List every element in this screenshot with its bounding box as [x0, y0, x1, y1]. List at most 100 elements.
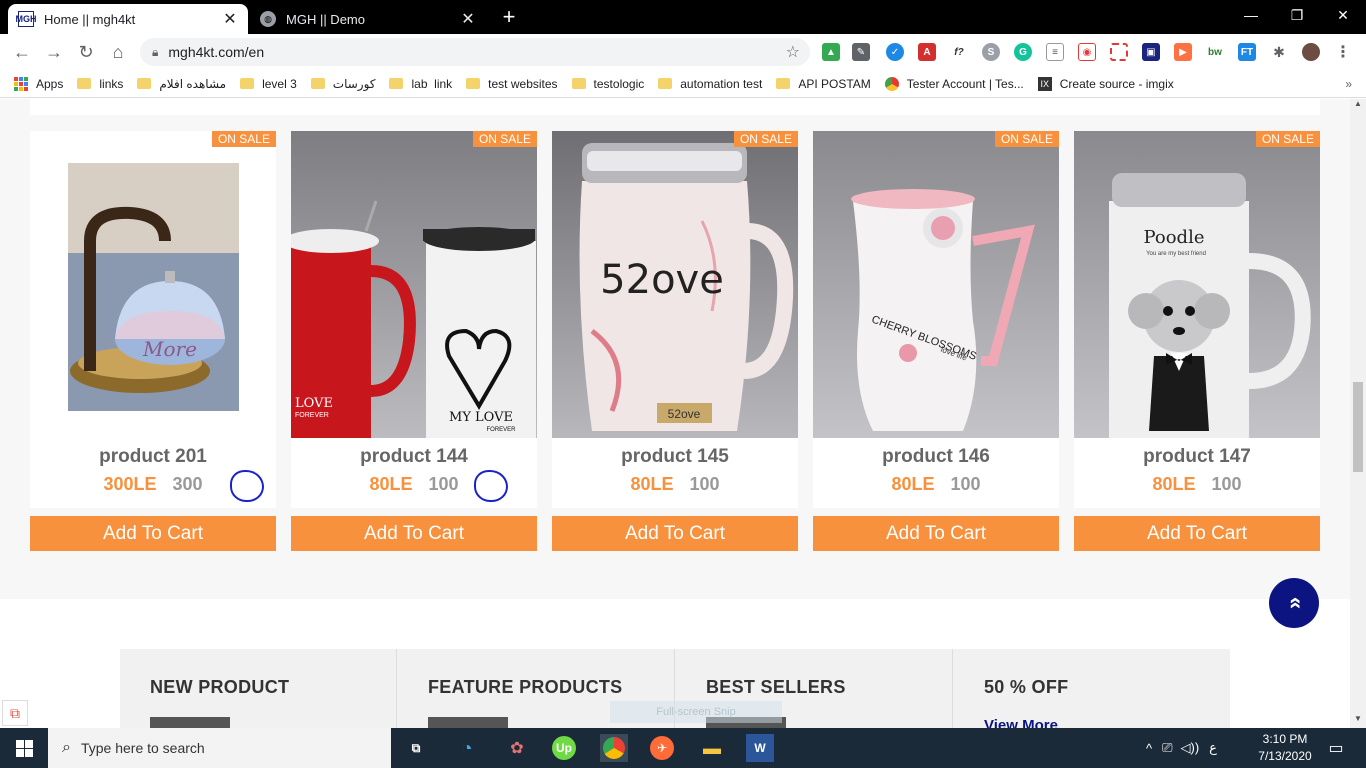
product-card[interactable]: 52ove 52ove ON SALE product 145 80LE 100 …: [552, 131, 798, 551]
upwork-icon[interactable]: Up: [552, 736, 576, 760]
notes-icon[interactable]: ≡: [1046, 43, 1064, 61]
add-to-cart-button[interactable]: Add To Cart: [291, 516, 537, 551]
forward-icon[interactable]: →: [42, 40, 66, 64]
add-to-cart-button[interactable]: Add To Cart: [30, 516, 276, 551]
avatar[interactable]: [1302, 43, 1320, 61]
bookmarks-overflow-icon[interactable]: »: [1345, 77, 1352, 91]
close-tab-icon[interactable]: ✕: [222, 9, 238, 29]
pdf-icon[interactable]: A: [918, 43, 936, 61]
screenshot-icon[interactable]: ◉: [1078, 43, 1096, 61]
bookmark-level3[interactable]: level 3: [240, 77, 297, 91]
view-more-link[interactable]: View More: [984, 717, 1058, 728]
taskbar-clock[interactable]: 3:10 PM 7/13/2020: [1250, 731, 1320, 765]
product-name[interactable]: product 144: [291, 446, 537, 468]
bookmark-links[interactable]: links: [77, 77, 123, 91]
drive-icon[interactable]: ▲: [822, 43, 840, 61]
bookmark-films[interactable]: مشاهده افلام: [137, 77, 226, 91]
edge-icon[interactable]: ◔: [453, 734, 481, 762]
product-name[interactable]: product 201: [30, 446, 276, 468]
bookmark-testologic[interactable]: testologic: [571, 77, 644, 91]
product-card[interactable]: Poodle You are my best friend ON SALE pr…: [1074, 131, 1320, 551]
task-view-icon[interactable]: ⧉: [402, 734, 430, 762]
page-scrollbar[interactable]: ▲ ▼: [1350, 99, 1366, 728]
scroll-down-arrow-icon[interactable]: ▼: [1350, 714, 1366, 728]
ime-indicator[interactable]: ع: [1209, 740, 1217, 756]
tray-chevron-icon[interactable]: ^: [1146, 741, 1152, 756]
product-card[interactable]: LOVE FOREVER MY LOVE FOREVER ON SALE pro…: [291, 131, 537, 551]
file-explorer-icon[interactable]: ▬: [698, 734, 726, 762]
extension-icon[interactable]: ✓: [886, 43, 904, 61]
capture-icon[interactable]: [1110, 43, 1128, 61]
original-price: 100: [950, 474, 981, 494]
add-to-cart-button[interactable]: Add To Cart: [552, 516, 798, 551]
product-image[interactable]: 52ove 52ove ON SALE: [552, 131, 798, 438]
product-name[interactable]: product 146: [813, 446, 1059, 468]
bookmark-tester-account[interactable]: Tester Account | Tes...: [884, 76, 1024, 91]
volume-icon[interactable]: ◁)): [1181, 740, 1200, 756]
grammarly-icon[interactable]: G: [1014, 43, 1032, 61]
close-window-icon[interactable]: ✕: [1320, 0, 1366, 30]
laravel-debug-icon[interactable]: ⧉: [2, 700, 28, 726]
scroll-to-top-button[interactable]: »: [1269, 578, 1319, 628]
product-name[interactable]: product 147: [1074, 446, 1320, 468]
home-icon[interactable]: ⌂: [106, 40, 130, 64]
product-image[interactable]: LOVE FOREVER MY LOVE FOREVER ON SALE: [291, 131, 537, 438]
word-icon[interactable]: W: [746, 734, 774, 762]
product-image[interactable]: Poodle You are my best friend ON SALE: [1074, 131, 1320, 438]
ft-icon[interactable]: FT: [1238, 43, 1256, 61]
tab-demo[interactable]: ◍ MGH || Demo ✕: [250, 4, 486, 34]
folder-icon: [77, 78, 92, 89]
bookmark-star-icon[interactable]: ☆: [786, 42, 800, 62]
network-icon[interactable]: ⎚: [1162, 740, 1172, 756]
formula-icon[interactable]: f?: [950, 43, 968, 61]
product-image[interactable]: More ON SALE: [30, 131, 276, 438]
bookmark-test-websites[interactable]: test websites: [466, 77, 558, 91]
search-placeholder: Type here to search: [80, 740, 205, 756]
snip-overlay[interactable]: Full-screen Snip: [610, 701, 782, 723]
add-to-cart-button[interactable]: Add To Cart: [1074, 516, 1320, 551]
mug-illustration: CHERRY BLOSSOMS love life: [851, 189, 1035, 431]
promo-50-off[interactable]: 50 % OFF View More: [954, 649, 1231, 728]
bookmark-courses[interactable]: كورسات: [310, 77, 375, 91]
bookmark-lab-link[interactable]: lab link: [389, 77, 452, 91]
minimize-icon[interactable]: —: [1228, 0, 1274, 30]
browser-tabstrip: MGH Home || mgh4kt ✕ ◍ MGH || Demo ✕ + —…: [0, 0, 1366, 34]
eyedropper-icon[interactable]: ✎: [852, 43, 870, 61]
poodle-mug-illustration: Poodle You are my best friend: [1109, 173, 1311, 438]
menu-icon[interactable]: ⋮: [1334, 43, 1352, 61]
bookmark-automation-test[interactable]: automation test: [658, 77, 762, 91]
reload-icon[interactable]: ↻: [74, 40, 98, 64]
scrollbar-thumb[interactable]: [1353, 382, 1363, 472]
postman-icon[interactable]: ✈: [650, 736, 674, 760]
monitor-icon[interactable]: ▣: [1142, 43, 1160, 61]
add-to-cart-button[interactable]: Add To Cart: [813, 516, 1059, 551]
taskbar-search[interactable]: ⌕ Type here to search: [48, 728, 391, 768]
promo-thumbnail[interactable]: [150, 717, 230, 728]
restore-icon[interactable]: ❐: [1274, 0, 1320, 30]
new-tab-button[interactable]: +: [496, 4, 522, 30]
promo-thumbnail[interactable]: [428, 717, 508, 728]
bookmark-imgix[interactable]: IX Create source - imgix: [1037, 76, 1174, 91]
scroll-up-arrow-icon[interactable]: ▲: [1350, 99, 1366, 113]
close-tab-icon[interactable]: ✕: [460, 9, 476, 29]
tab-home[interactable]: MGH Home || mgh4kt ✕: [8, 4, 248, 34]
back-icon[interactable]: ←: [10, 40, 34, 64]
product-card[interactable]: CHERRY BLOSSOMS love life ON SALE produc…: [813, 131, 1059, 551]
address-bar[interactable]: 🔒︎ mgh4kt.com/en ☆: [140, 38, 810, 66]
bookmark-api-postman[interactable]: API POSTAM: [776, 77, 871, 91]
arrow-extension-icon[interactable]: ▶: [1174, 43, 1192, 61]
bookmark-apps[interactable]: Apps: [14, 76, 63, 91]
product-image[interactable]: CHERRY BLOSSOMS love life ON SALE: [813, 131, 1059, 438]
kettle-illustration: More: [68, 163, 239, 411]
bw-icon[interactable]: bw: [1206, 43, 1224, 61]
start-button[interactable]: [0, 728, 48, 768]
chrome-taskbar-icon[interactable]: [600, 734, 628, 762]
puzzle-icon[interactable]: ✱: [1270, 43, 1288, 61]
product-name[interactable]: product 145: [552, 446, 798, 468]
promo-new-product[interactable]: NEW PRODUCT: [120, 649, 397, 728]
on-sale-badge: ON SALE: [994, 131, 1059, 147]
skype-icon[interactable]: S: [982, 43, 1000, 61]
paint-icon[interactable]: ✿: [503, 734, 531, 762]
product-card[interactable]: More ON SALE product 201 300LE 300 Add To…: [30, 131, 276, 551]
notifications-icon[interactable]: ▭: [1322, 734, 1350, 762]
